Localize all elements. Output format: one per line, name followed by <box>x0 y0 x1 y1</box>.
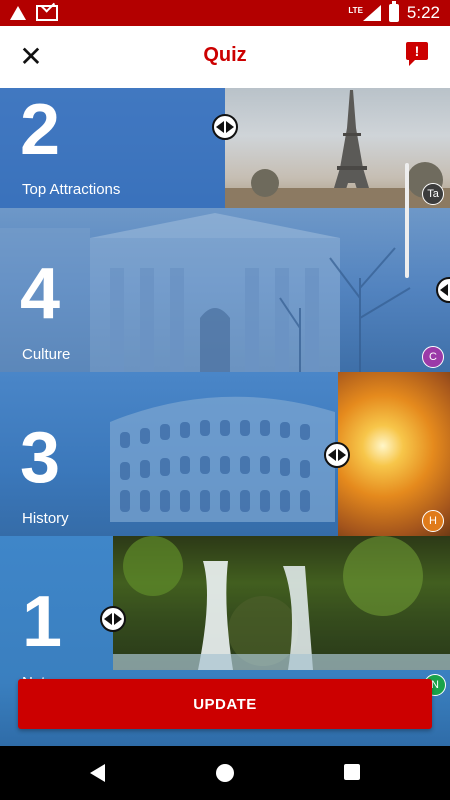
list-item-top-attractions[interactable]: 2 Top Attractions Ta <box>0 88 450 208</box>
rank-number: 1 <box>22 582 63 662</box>
rank-number: 4 <box>20 254 61 334</box>
category-label: Top Attractions <box>22 181 121 198</box>
drag-handle-icon[interactable] <box>324 442 350 468</box>
category-label: Culture <box>22 346 71 363</box>
list-item-culture[interactable]: 4 Culture C <box>0 208 450 372</box>
status-bar: LTE 5:22 <box>0 0 450 26</box>
category-badge: H <box>422 510 444 532</box>
waterfall-photo <box>113 536 450 670</box>
list-item-history[interactable]: 3 History H <box>0 372 450 536</box>
category-badge: C <box>422 346 444 368</box>
waterfall-image <box>113 536 450 670</box>
home-icon[interactable] <box>216 764 234 782</box>
drag-handle-icon[interactable] <box>100 606 126 632</box>
ranking-list[interactable]: 2 Top Attractions Ta 4 Culture C 3 Histo… <box>0 88 450 746</box>
rank-number: 2 <box>20 90 61 170</box>
scrollbar[interactable] <box>405 163 409 278</box>
page-title: Quiz <box>203 44 247 66</box>
feedback-button[interactable]: ! <box>406 42 434 70</box>
warning-icon <box>10 6 26 20</box>
status-time: 5:22 <box>406 3 440 22</box>
recents-icon[interactable] <box>344 764 360 780</box>
eiffel-tower-image <box>225 90 450 208</box>
app-bar: ✕ Quiz ! <box>0 26 450 89</box>
paris-photo <box>225 88 450 208</box>
rank-number: 3 <box>20 418 61 498</box>
category-badge: Ta <box>422 183 444 205</box>
category-label: History <box>22 510 69 527</box>
drag-handle-icon[interactable] <box>212 114 238 140</box>
navigation-bar <box>0 746 450 800</box>
mail-icon <box>36 5 58 21</box>
battery-icon <box>388 1 399 22</box>
feedback-icon: ! <box>406 42 428 66</box>
signal-icon <box>362 5 381 21</box>
back-icon[interactable] <box>90 764 105 782</box>
update-button[interactable]: UPDATE <box>18 679 432 729</box>
network-type: LTE <box>348 5 363 15</box>
